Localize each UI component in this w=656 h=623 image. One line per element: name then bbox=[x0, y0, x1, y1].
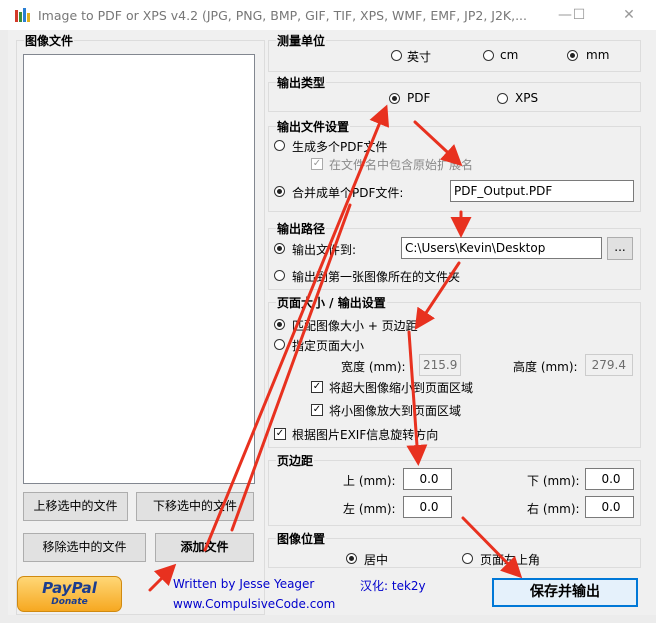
output-path-input[interactable]: C:\Users\Kevin\Desktop bbox=[401, 237, 602, 259]
paypal-donate-button[interactable]: PayPal Donate bbox=[17, 576, 122, 612]
exif-checkbox[interactable]: ✓ bbox=[274, 428, 286, 440]
image-files-title: 图像文件 bbox=[24, 32, 75, 49]
maximize-button[interactable]: ☐ bbox=[556, 0, 602, 30]
author-text: Written by Jesse Yeager bbox=[173, 577, 315, 591]
unit-mm-radio[interactable] bbox=[567, 50, 578, 61]
window-title: Image to PDF or XPS v4.2 (JPG, PNG, BMP,… bbox=[38, 8, 527, 23]
remove-selected-button[interactable]: 移除选中的文件 bbox=[23, 533, 146, 562]
margins-title: 页边距 bbox=[276, 452, 315, 469]
output-pdf-label: PDF bbox=[407, 91, 431, 105]
output-first-image-radio[interactable] bbox=[274, 270, 285, 281]
height-input[interactable]: 279.4 bbox=[585, 354, 633, 376]
app-icon bbox=[14, 7, 32, 23]
width-label: 宽度 (mm): bbox=[341, 360, 406, 374]
width-input[interactable]: 215.9 bbox=[419, 354, 461, 376]
output-path-title: 输出路径 bbox=[276, 220, 327, 237]
output-file-title: 输出文件设置 bbox=[276, 118, 351, 135]
background-edge bbox=[0, 30, 8, 623]
enlarge-label: 将小图像放大到页面区域 bbox=[329, 404, 462, 418]
margin-left-label: 左 (mm): bbox=[343, 502, 396, 516]
save-and-output-button[interactable]: 保存并输出 bbox=[492, 578, 638, 607]
shrink-checkbox[interactable]: ✓ bbox=[311, 381, 323, 393]
add-files-button[interactable]: 添加文件 bbox=[155, 533, 254, 562]
exif-label: 根据图片EXIF信息旋转方向 bbox=[292, 428, 439, 442]
unit-mm-label: mm bbox=[586, 48, 610, 62]
output-xps-radio[interactable] bbox=[497, 93, 508, 104]
margin-top-label: 上 (mm): bbox=[343, 474, 396, 488]
height-label: 高度 (mm): bbox=[513, 360, 578, 374]
multi-pdf-radio[interactable] bbox=[274, 140, 285, 151]
margin-right-input[interactable]: 0.0 bbox=[585, 496, 634, 518]
margin-top-input[interactable]: 0.0 bbox=[403, 468, 452, 490]
move-down-button[interactable]: 下移选中的文件 bbox=[136, 492, 254, 521]
image-file-list[interactable] bbox=[23, 54, 255, 484]
output-filename-input[interactable]: PDF_Output.PDF bbox=[450, 180, 634, 202]
unit-inch-label: 英寸 bbox=[407, 50, 432, 64]
enlarge-checkbox[interactable]: ✓ bbox=[311, 404, 323, 416]
shrink-label: 将超大图像缩小到页面区域 bbox=[329, 381, 474, 395]
browse-button[interactable]: ... bbox=[607, 237, 633, 260]
include-ext-label: 在文件名中包含原始扩展名 bbox=[329, 158, 474, 172]
move-up-button[interactable]: 上移选中的文件 bbox=[23, 492, 128, 521]
margin-bottom-input[interactable]: 0.0 bbox=[585, 468, 634, 490]
unit-cm-radio[interactable] bbox=[483, 50, 494, 61]
margin-left-input[interactable]: 0.0 bbox=[403, 496, 452, 518]
unit-cm-label: cm bbox=[500, 48, 519, 62]
units-title: 测量单位 bbox=[276, 32, 327, 49]
margin-bottom-label: 下 (mm): bbox=[527, 474, 580, 488]
image-position-title: 图像位置 bbox=[276, 530, 327, 547]
output-pdf-radio[interactable] bbox=[389, 93, 400, 104]
close-button[interactable]: ✕ bbox=[602, 0, 656, 30]
position-top-left-radio[interactable] bbox=[462, 553, 473, 564]
margin-right-label: 右 (mm): bbox=[527, 502, 580, 516]
output-first-image-label: 输出到第一张图像所在的文件夹 bbox=[292, 270, 461, 284]
localization-credit: 汉化: tek2y bbox=[360, 579, 426, 593]
multi-pdf-label: 生成多个PDF文件 bbox=[292, 140, 388, 154]
unit-inch-radio[interactable] bbox=[391, 50, 402, 61]
donate-label: Donate bbox=[51, 597, 88, 607]
single-pdf-radio[interactable] bbox=[274, 186, 285, 197]
output-xps-label: XPS bbox=[515, 91, 539, 105]
paypal-logo-text: PayPal bbox=[42, 579, 97, 597]
website-link[interactable]: www.CompulsiveCode.com bbox=[173, 597, 335, 611]
match-image-label: 匹配图像大小 + 页边距 bbox=[292, 319, 418, 333]
single-pdf-label: 合并成单个PDF文件: bbox=[292, 186, 404, 200]
position-top-left-label: 页面左上角 bbox=[480, 553, 541, 567]
match-image-radio[interactable] bbox=[274, 319, 285, 330]
position-center-radio[interactable] bbox=[346, 553, 357, 564]
specify-page-label: 指定页面大小 bbox=[292, 339, 365, 353]
output-to-radio[interactable] bbox=[274, 243, 285, 254]
output-to-label: 输出文件到: bbox=[292, 243, 357, 257]
page-size-title: 页面大小 / 输出设置 bbox=[276, 294, 387, 311]
specify-page-radio[interactable] bbox=[274, 339, 285, 350]
include-ext-checkbox[interactable]: ✓ bbox=[311, 158, 323, 170]
position-center-label: 居中 bbox=[364, 553, 389, 567]
output-type-title: 输出类型 bbox=[276, 74, 327, 91]
background-edge-bottom bbox=[0, 615, 656, 623]
